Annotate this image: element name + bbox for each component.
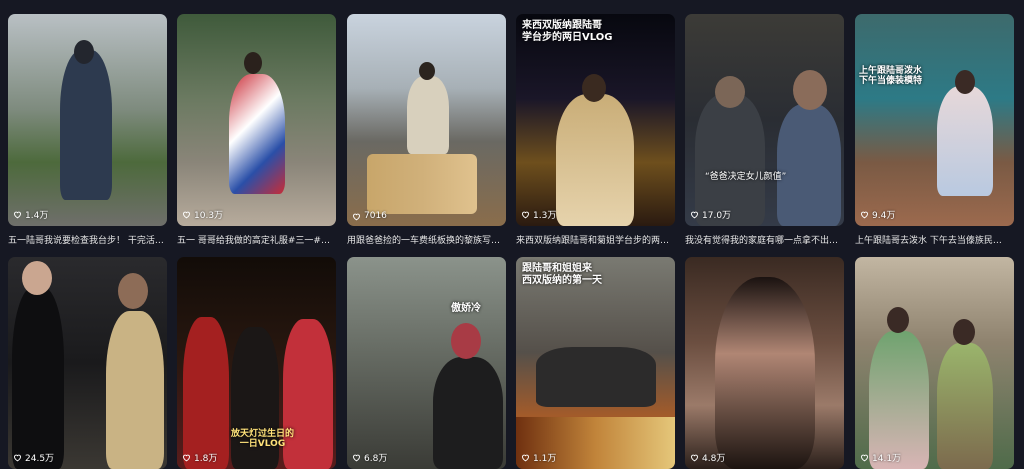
person-figure	[695, 94, 765, 226]
person-head	[953, 319, 975, 345]
person-figure	[556, 94, 634, 226]
overlay-subtitle: 傲娇冷	[451, 303, 481, 314]
video-card[interactable]: 4.8万	[685, 257, 844, 469]
heart-icon	[183, 211, 190, 219]
person-head	[244, 52, 262, 74]
video-caption[interactable]: 五一陆哥我说要检查我台步！ 干完活…	[8, 233, 170, 246]
person-head	[793, 70, 827, 110]
like-count: 1.8万	[182, 451, 217, 464]
overlay-title: 来西双版纳跟陆哥 学台步的两日VLOG	[522, 20, 613, 43]
person-face	[715, 277, 815, 469]
person-head	[74, 40, 94, 64]
person-head	[118, 273, 148, 309]
person-head	[955, 70, 975, 94]
person-figure	[433, 357, 503, 469]
overlay-title: 跟陆哥和姐姐来 西双版纳的第一天	[522, 263, 602, 286]
person-figure	[12, 287, 64, 469]
video-caption[interactable]: 上午跟陆哥去泼水 下午去当傣族民…	[855, 233, 1017, 246]
video-card[interactable]: 傲娇冷 6.8万	[347, 257, 506, 469]
cardboard-pile	[367, 154, 477, 214]
person-head	[887, 307, 909, 333]
like-count: 7016	[352, 211, 387, 221]
overlay-title: 上午跟陆哥泼水 下午当傣装模特	[859, 66, 923, 87]
video-caption[interactable]: 我没有觉得我的家庭有哪一点拿不出…	[685, 233, 847, 246]
person-figure	[229, 74, 285, 194]
heart-icon	[861, 211, 868, 219]
person-figure	[937, 86, 993, 196]
like-count: 6.8万	[352, 451, 387, 464]
like-count: 14.1万	[860, 451, 901, 464]
video-caption[interactable]: 来西双版纳跟陆哥和菊姐学台步的两…	[516, 233, 678, 246]
video-caption[interactable]: 五一 哥哥给我做的高定礼服#三一#…	[177, 233, 339, 246]
overlay-title: 放天灯过生日的 一日VLOG	[231, 429, 295, 450]
heart-icon	[14, 211, 21, 219]
like-count: 24.5万	[13, 451, 54, 464]
video-grid: 1.4万 五一陆哥我说要检查我台步！ 干完活… 10.3万 五一 哥哥给我做的高…	[0, 0, 1024, 469]
video-card[interactable]: 1.4万	[8, 14, 167, 226]
person-figure	[106, 311, 164, 469]
person-figure	[777, 104, 841, 226]
like-count: 1.3万	[521, 208, 556, 221]
like-count: 1.4万	[13, 208, 48, 221]
person-figure	[60, 50, 112, 200]
person-figure	[869, 331, 929, 469]
like-count: 9.4万	[860, 208, 895, 221]
person-head	[715, 76, 745, 108]
like-count: 10.3万	[182, 208, 223, 221]
person-figure	[536, 347, 656, 407]
heart-icon	[691, 211, 698, 219]
video-card[interactable]: 跟陆哥和姐姐来 西双版纳的第一天 1.1万	[516, 257, 675, 469]
heart-icon	[691, 454, 698, 462]
video-card[interactable]: 来西双版纳跟陆哥 学台步的两日VLOG 1.3万	[516, 14, 675, 226]
person-figure	[407, 76, 449, 154]
like-count: 17.0万	[690, 208, 731, 221]
video-card[interactable]: 上午跟陆哥泼水 下午当傣装模特 9.4万	[855, 14, 1014, 226]
video-card[interactable]: “爸爸决定女儿颜值” 17.0万	[685, 14, 844, 226]
heart-icon	[522, 211, 529, 219]
video-card[interactable]: 放天灯过生日的 一日VLOG 1.8万	[177, 257, 336, 469]
like-count: 1.1万	[521, 451, 556, 464]
heart-icon	[861, 454, 868, 462]
heart-icon	[522, 454, 529, 462]
heart-icon	[353, 213, 360, 220]
video-card[interactable]: 14.1万	[855, 257, 1014, 469]
heart-icon	[353, 454, 360, 462]
person-figure	[937, 343, 993, 469]
person-head	[22, 261, 52, 295]
person-head	[451, 323, 481, 359]
person-head	[419, 62, 435, 80]
video-caption[interactable]: 用跟爸爸捡的一车费纸板换的黎族写…	[347, 233, 509, 246]
heart-icon	[14, 454, 21, 462]
person-figure	[183, 317, 229, 469]
video-card[interactable]: 24.5万	[8, 257, 167, 469]
video-card[interactable]: 10.3万	[177, 14, 336, 226]
video-card[interactable]: 7016	[347, 14, 506, 226]
person-head	[582, 74, 606, 102]
overlay-subtitle: “爸爸决定女儿颜值”	[705, 172, 787, 182]
like-count: 4.8万	[690, 451, 725, 464]
heart-icon	[183, 454, 190, 462]
